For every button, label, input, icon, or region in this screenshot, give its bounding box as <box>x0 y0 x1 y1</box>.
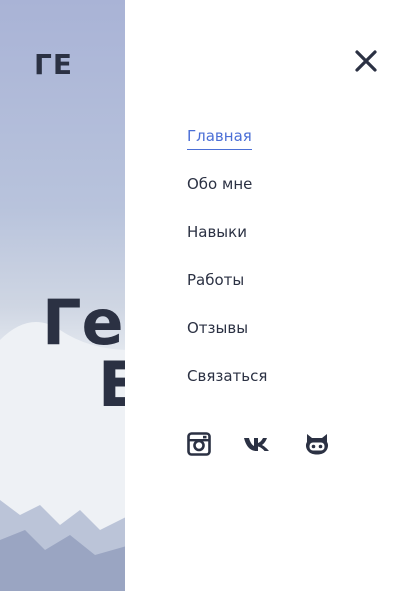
vk-icon[interactable] <box>243 432 273 456</box>
instagram-icon[interactable] <box>187 432 211 456</box>
nav-item-reviews: Отзывы <box>187 318 267 366</box>
main-nav: Главная Обо мне Навыки Работы Отзывы Свя… <box>187 126 267 414</box>
menu-panel: Главная Обо мне Навыки Работы Отзывы Свя… <box>125 0 416 591</box>
nav-item-about: Обо мне <box>187 174 267 222</box>
nav-link-home[interactable]: Главная <box>187 127 252 150</box>
nav-link-about[interactable]: Обо мне <box>187 175 252 197</box>
close-icon[interactable] <box>353 48 379 74</box>
nav-link-contact[interactable]: Связаться <box>187 367 267 389</box>
nav-link-reviews[interactable]: Отзывы <box>187 319 248 341</box>
site-logo[interactable]: ГЕ <box>34 48 73 81</box>
nav-item-works: Работы <box>187 270 267 318</box>
nav-item-home: Главная <box>187 126 267 174</box>
nav-link-works[interactable]: Работы <box>187 271 244 293</box>
nav-item-contact: Связаться <box>187 366 267 414</box>
nav-item-skills: Навыки <box>187 222 267 270</box>
nav-link-skills[interactable]: Навыки <box>187 223 247 245</box>
social-links <box>187 432 330 456</box>
github-icon[interactable] <box>304 432 330 456</box>
